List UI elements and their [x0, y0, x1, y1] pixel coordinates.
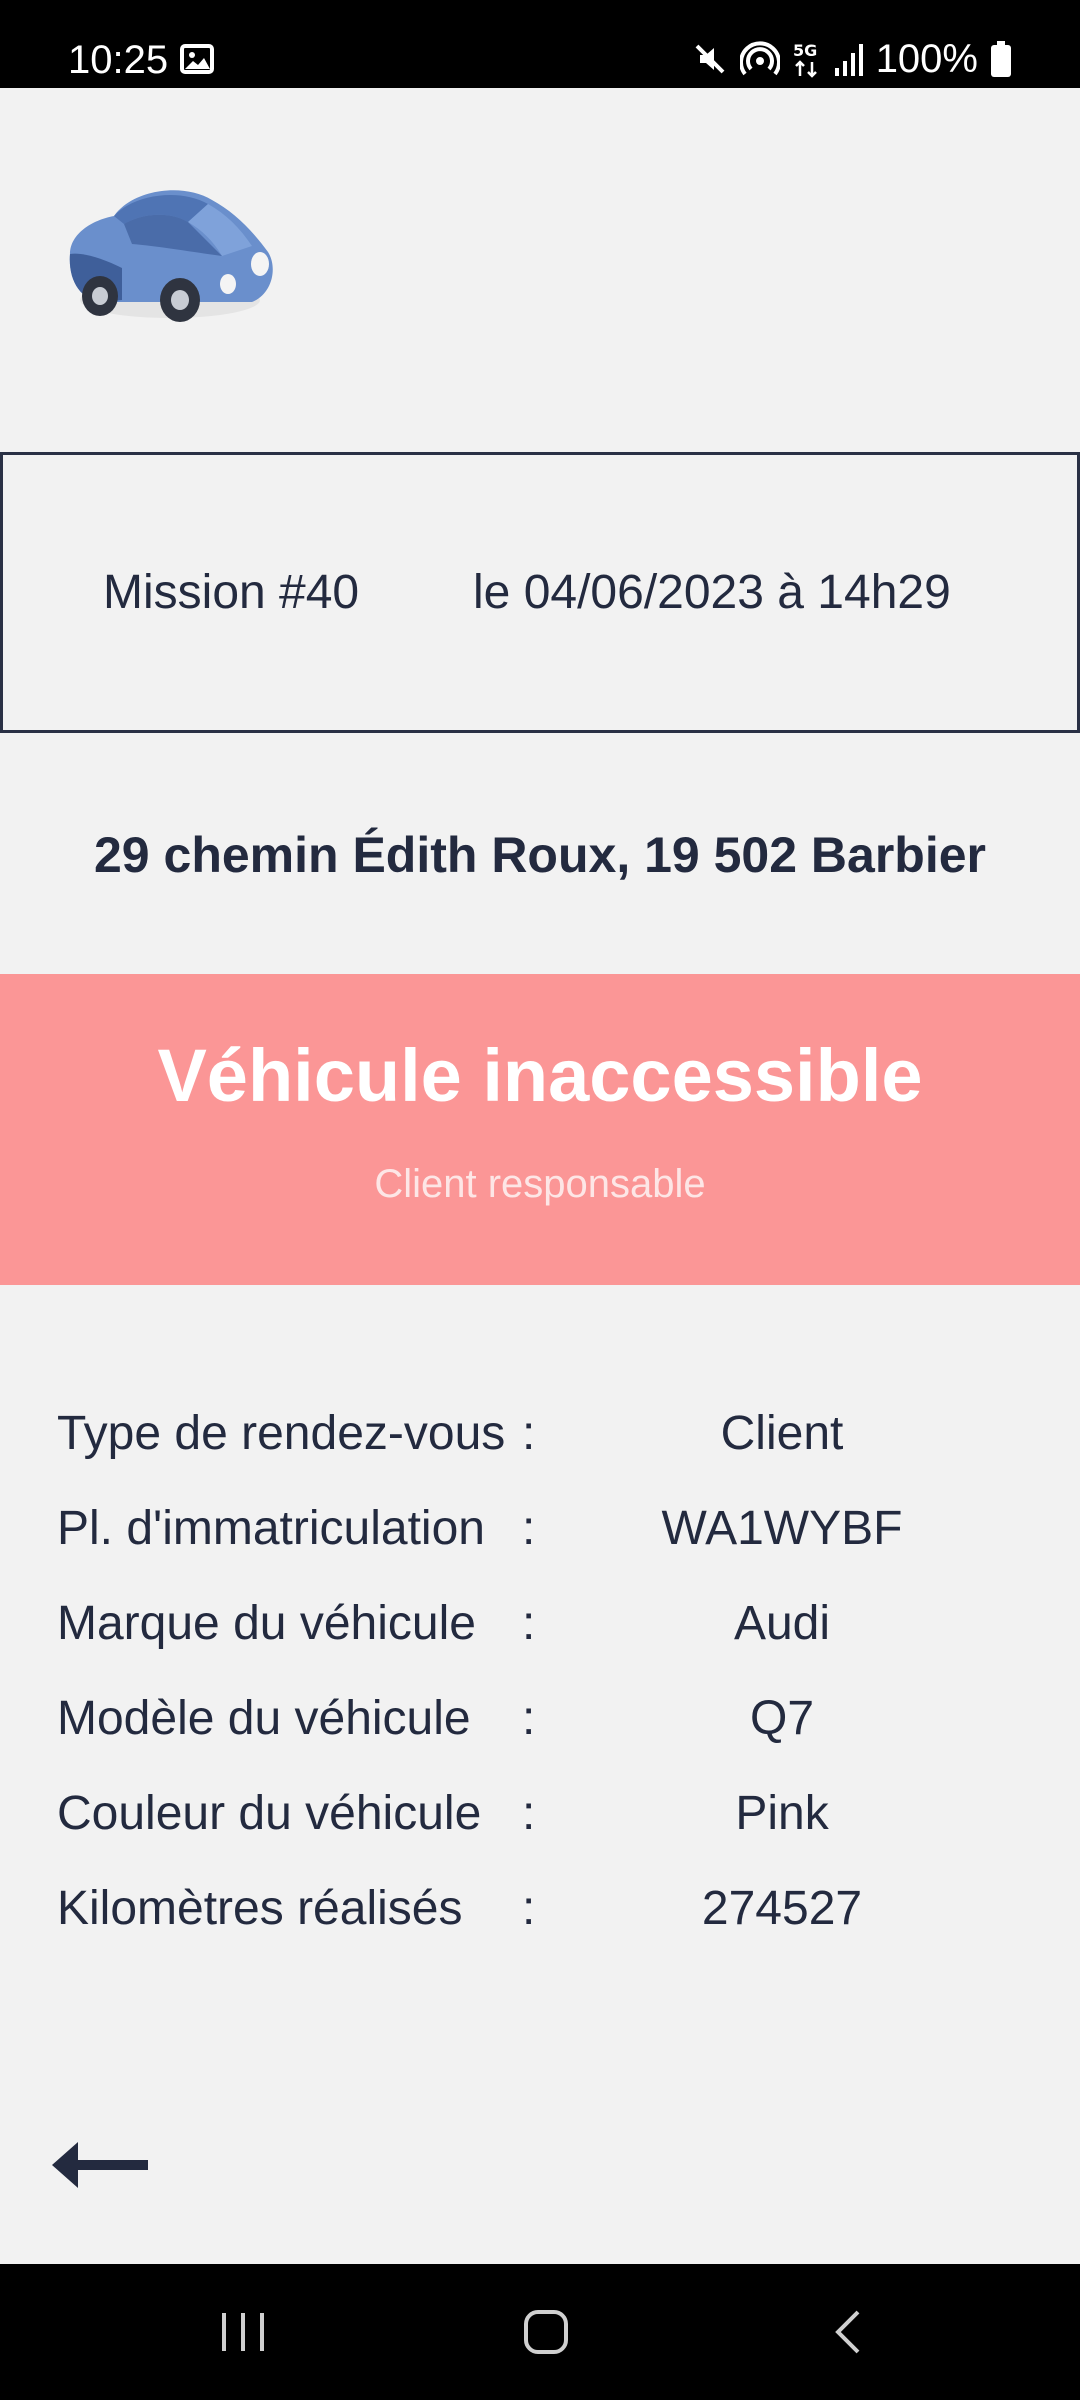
- status-subtitle: Client responsable: [374, 1162, 706, 1206]
- battery-level: 100%: [875, 37, 978, 81]
- detail-colon: :: [522, 1597, 536, 1650]
- detail-label: Marque du véhicule: [57, 1597, 476, 1650]
- back-button[interactable]: [48, 2130, 152, 2200]
- detail-value: Client: [720, 1407, 844, 1460]
- vehicle-details: Type de rendez-vous : Client Pl. d'immat…: [0, 1386, 1080, 1956]
- 5g-icon: 5G: [793, 41, 817, 78]
- signal-icon: [834, 44, 863, 76]
- status-bar: 10:25 5G 100%: [0, 0, 1080, 88]
- detail-row-color: Couleur du véhicule : Pink: [0, 1766, 1080, 1861]
- detail-row-brand: Marque du véhicule : Audi: [0, 1576, 1080, 1671]
- detail-row-license-plate: Pl. d'immatriculation : WA1WYBF: [0, 1481, 1080, 1576]
- status-title: Véhicule inaccessible: [157, 1034, 923, 1117]
- home-button[interactable]: [476, 2264, 616, 2400]
- mission-address: 29 chemin Édith Roux, 19 502 Barbier: [94, 827, 986, 883]
- car-icon: [69, 190, 273, 322]
- detail-colon: :: [522, 1407, 536, 1460]
- detail-colon: :: [522, 1787, 536, 1840]
- detail-label: Couleur du véhicule: [57, 1787, 482, 1840]
- detail-label: Kilomètres réalisés: [57, 1882, 463, 1935]
- battery-icon: [991, 41, 1011, 77]
- mission-header: Mission #40 le 04/06/2023 à 14h29: [0, 452, 1080, 733]
- detail-value: Pink: [735, 1787, 829, 1840]
- detail-value: Q7: [749, 1692, 815, 1745]
- hotspot-icon: [739, 41, 780, 76]
- mission-datetime: le 04/06/2023 à 14h29: [473, 566, 951, 619]
- recent-apps-button[interactable]: [173, 2264, 313, 2400]
- back-arrow-icon: [52, 2142, 148, 2188]
- status-time: 10:25: [68, 38, 169, 82]
- detail-label: Type de rendez-vous: [57, 1407, 506, 1460]
- status-icons: 5G 100%: [692, 0, 1012, 88]
- detail-colon: :: [522, 1692, 536, 1745]
- mute-icon: [695, 44, 725, 74]
- detail-value: 274527: [701, 1882, 863, 1935]
- system-navigation-bar: [0, 2264, 1080, 2400]
- mission-number: Mission #40: [103, 566, 360, 619]
- back-icon: [835, 2310, 860, 2354]
- detail-label: Modèle du véhicule: [57, 1692, 471, 1745]
- status-banner: Véhicule inaccessible Client responsable: [0, 974, 1080, 1285]
- system-back-button[interactable]: [778, 2264, 918, 2400]
- svg-text:5G: 5G: [793, 41, 817, 60]
- detail-row-model: Modèle du véhicule : Q7: [0, 1671, 1080, 1766]
- recent-apps-icon: [222, 2313, 264, 2351]
- detail-colon: :: [522, 1882, 536, 1935]
- detail-label: Pl. d'immatriculation: [57, 1502, 485, 1555]
- home-icon: [524, 2310, 568, 2354]
- image-icon: [180, 44, 214, 74]
- detail-colon: :: [522, 1502, 536, 1555]
- detail-row-mileage: Kilomètres réalisés : 274527: [0, 1861, 1080, 1956]
- detail-value: Audi: [733, 1597, 831, 1650]
- detail-row-appointment-type: Type de rendez-vous : Client: [0, 1386, 1080, 1481]
- detail-value: WA1WYBF: [661, 1502, 903, 1555]
